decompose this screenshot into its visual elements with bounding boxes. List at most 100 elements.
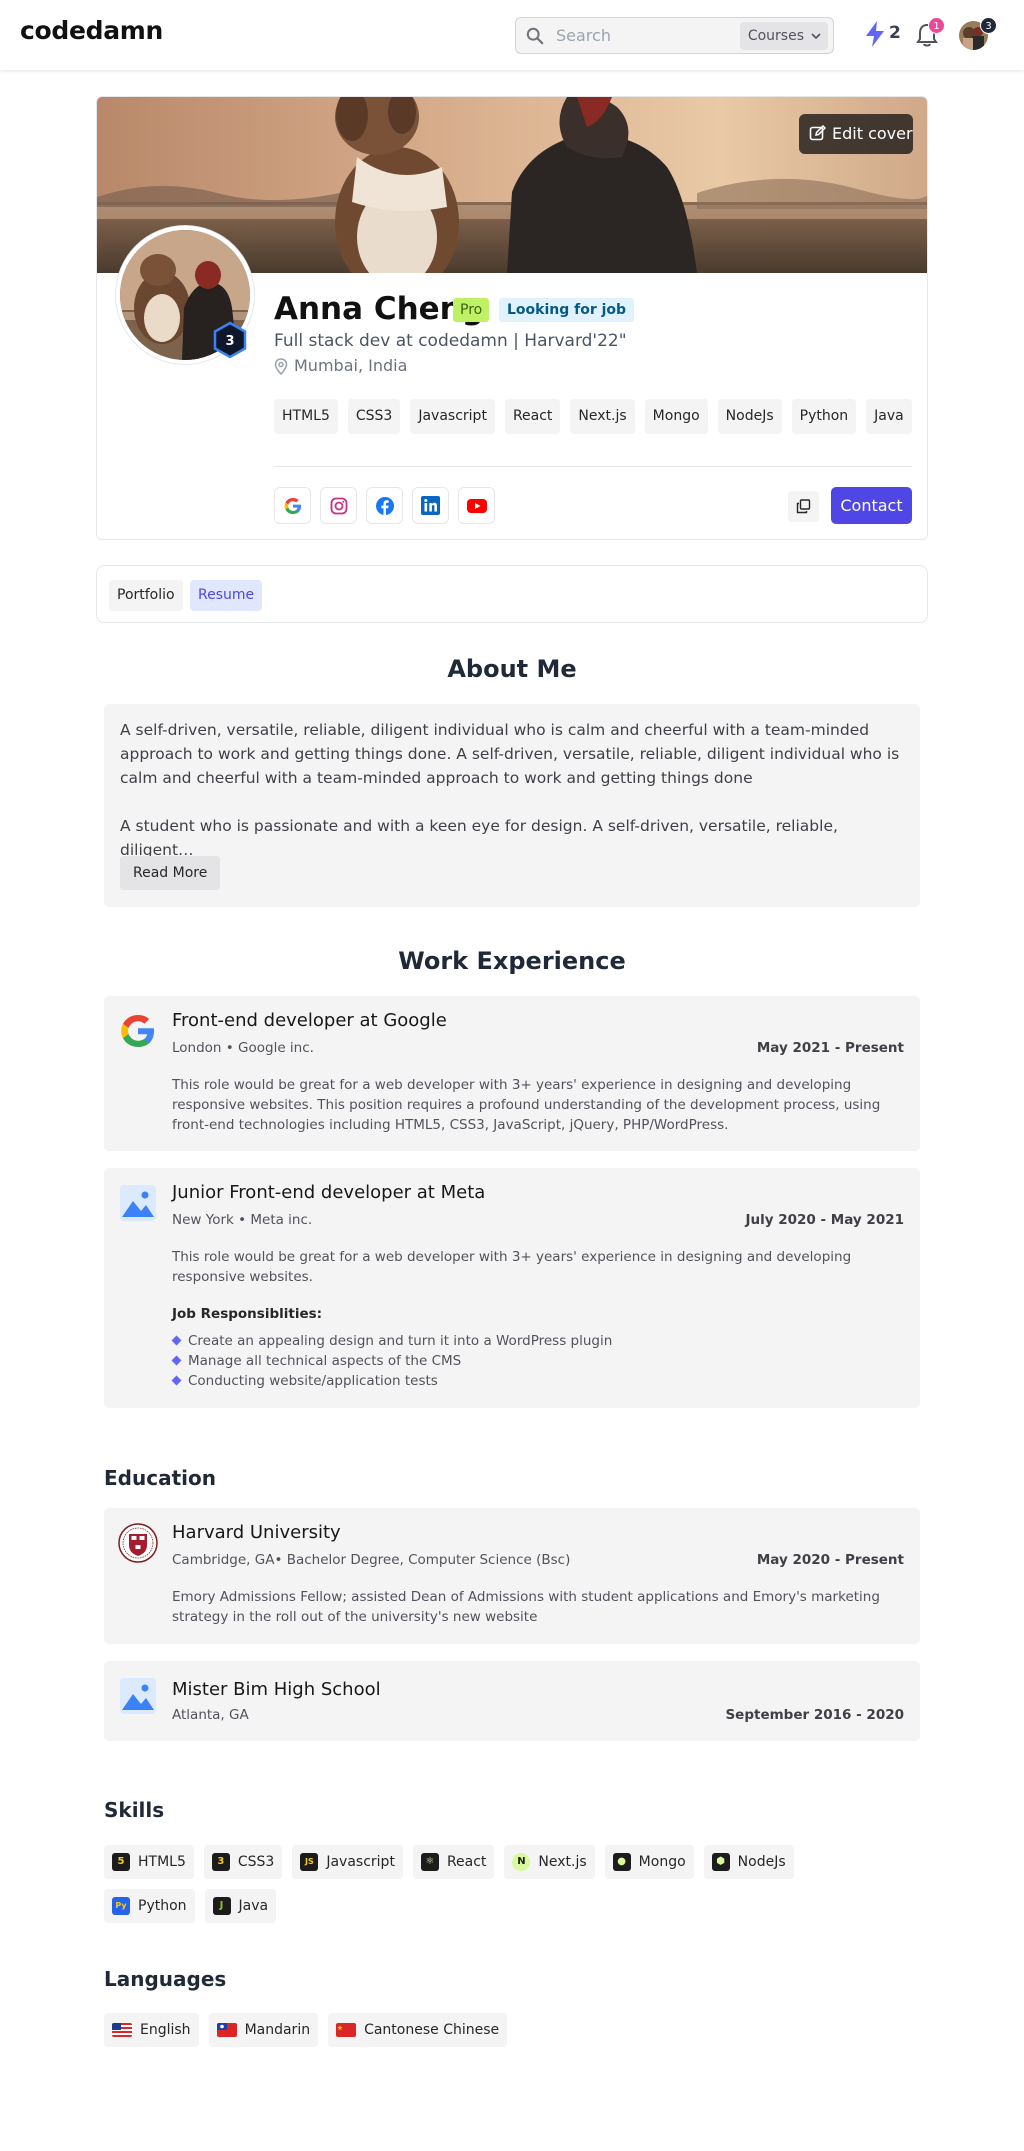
skill-tag[interactable]: Next.js: [570, 399, 635, 434]
location-pin-icon: [274, 358, 288, 375]
skill-chip[interactable]: ● Mongo: [604, 1845, 694, 1879]
profile-location: Mumbai, India: [274, 356, 407, 375]
skill-tag[interactable]: Java: [866, 399, 912, 434]
youtube-icon: [466, 498, 487, 513]
search-scope-label: Courses: [747, 28, 804, 44]
instagram-icon: [330, 497, 347, 514]
school-dates: May 2020 - Present: [756, 1552, 904, 1568]
lightning-bolt-icon[interactable]: [864, 20, 886, 48]
skill-label: Next.js: [538, 1854, 587, 1870]
skill-label: NodeJs: [737, 1854, 786, 1870]
level-hexagon-icon: 3: [213, 321, 247, 359]
school-description: Emory Admissions Fellow; assisted Dean o…: [172, 1589, 880, 1625]
skill-chip[interactable]: 3 CSS3: [203, 1845, 283, 1879]
profile-tags: HTML5 CSS3 Javascript React Next.js Mong…: [274, 399, 912, 434]
responsibility-item: Conducting website/application tests: [172, 1371, 612, 1391]
skill-label: Java: [238, 1898, 269, 1914]
react-icon: ⚛: [420, 1853, 439, 1871]
language-label: English: [140, 2022, 191, 2038]
school-name: Harvard University: [172, 1522, 341, 1543]
school-meta: Atlanta, GA: [172, 1707, 249, 1723]
pro-badge: Pro: [453, 298, 490, 322]
skill-tag[interactable]: CSS3: [347, 399, 401, 434]
skill-tag[interactable]: Mongo: [644, 399, 708, 434]
harvard-seal-icon: [118, 1523, 158, 1563]
streak-count: 2: [889, 23, 901, 43]
skill-tag[interactable]: Javascript: [410, 399, 495, 434]
brand-logo[interactable]: codedamn: [20, 16, 163, 45]
language-chip[interactable]: Cantonese Chinese: [328, 2013, 508, 2047]
instagram-link[interactable]: [320, 487, 357, 524]
responsibilities-list: Create an appealing design and turn it i…: [172, 1331, 612, 1391]
responsibility-item: Create an appealing design and turn it i…: [172, 1331, 612, 1351]
skill-chip[interactable]: JS Javascript: [292, 1845, 403, 1879]
experience-card: Front-end developer at Google London • G…: [104, 996, 920, 1151]
language-label: Mandarin: [244, 2022, 311, 2038]
edit-icon: [809, 125, 826, 141]
search-bar[interactable]: Search Courses: [515, 17, 834, 54]
mongo-icon: ●: [612, 1853, 631, 1871]
skill-tag[interactable]: HTML5: [274, 399, 338, 434]
skill-tag[interactable]: Python: [791, 399, 857, 434]
location-text: Mumbai, India: [294, 356, 408, 375]
java-icon: J: [212, 1897, 231, 1915]
language-chip[interactable]: Mandarin: [208, 2013, 319, 2047]
facebook-link[interactable]: [366, 487, 403, 524]
school-name: Mister Bim High School: [172, 1679, 381, 1700]
search-input[interactable]: Search: [556, 26, 611, 45]
copy-link-button[interactable]: [788, 491, 819, 522]
divider: [274, 466, 912, 467]
level-number: 3: [225, 334, 234, 349]
skill-chip[interactable]: J Java: [204, 1889, 277, 1923]
social-links: [274, 487, 495, 524]
job-dates: May 2021 - Present: [756, 1040, 904, 1056]
school-meta: Cambridge, GA• Bachelor Degree, Computer…: [172, 1552, 571, 1568]
job-meta: London • Google inc.: [172, 1040, 314, 1056]
tab-resume[interactable]: Resume: [190, 580, 263, 611]
skill-label: React: [446, 1854, 487, 1870]
avatar-level-badge: 3: [980, 17, 997, 34]
profile-tabs: Portfolio Resume: [96, 565, 928, 623]
image-placeholder-icon: [120, 1678, 156, 1714]
skill-chip[interactable]: 5 HTML5: [104, 1845, 194, 1879]
job-title: Junior Front-end developer at Meta: [172, 1182, 486, 1203]
skill-chip[interactable]: ⬢ NodeJs: [703, 1845, 794, 1879]
job-dates: July 2020 - May 2021: [745, 1212, 904, 1228]
skill-chip[interactable]: Py Python: [104, 1889, 195, 1923]
languages-heading: Languages: [104, 1967, 227, 1991]
tab-portfolio[interactable]: Portfolio: [109, 580, 183, 611]
skill-label: HTML5: [138, 1854, 186, 1870]
skill-chip[interactable]: ⚛ React: [412, 1845, 495, 1879]
profile-headline: Full stack dev at codedamn | Harvard'22": [274, 331, 627, 351]
top-navbar: codedamn Search Courses 2 1 3: [0, 0, 1024, 70]
taiwan-flag-icon: [216, 2023, 237, 2037]
about-section: A self-driven, versatile, reliable, dili…: [104, 704, 920, 907]
skill-chip[interactable]: N Next.js: [504, 1845, 595, 1879]
job-title: Front-end developer at Google: [172, 1010, 447, 1031]
search-scope-select[interactable]: Courses: [739, 22, 828, 50]
linkedin-icon: [421, 496, 440, 515]
education-heading: Education: [104, 1466, 216, 1490]
skill-tag[interactable]: React: [504, 399, 561, 434]
html5-icon: 5: [112, 1853, 130, 1871]
skill-tag[interactable]: NodeJs: [717, 399, 782, 434]
experience-card: Junior Front-end developer at Meta New Y…: [104, 1168, 920, 1408]
china-flag-icon: [336, 2023, 357, 2037]
facebook-icon: [375, 496, 394, 515]
contact-button[interactable]: Contact: [831, 487, 912, 524]
search-icon: [526, 27, 544, 45]
language-chip[interactable]: English: [104, 2013, 199, 2047]
chevron-down-icon: [811, 33, 821, 40]
job-meta: New York • Meta inc.: [172, 1212, 313, 1228]
edit-cover-button[interactable]: Edit cover: [799, 114, 913, 154]
skill-label: CSS3: [237, 1854, 275, 1870]
youtube-link[interactable]: [458, 487, 495, 524]
read-more-button[interactable]: Read More: [120, 856, 221, 890]
image-placeholder-icon: [120, 1185, 156, 1221]
education-card: Mister Bim High School Atlanta, GA Septe…: [104, 1661, 920, 1741]
profile-card: Edit cover 3 Anna Cheng Pro Looking for …: [96, 96, 928, 540]
school-dates: September 2016 - 2020: [725, 1707, 904, 1723]
google-link[interactable]: [274, 487, 311, 524]
linkedin-link[interactable]: [412, 487, 449, 524]
google-icon: [284, 497, 301, 514]
